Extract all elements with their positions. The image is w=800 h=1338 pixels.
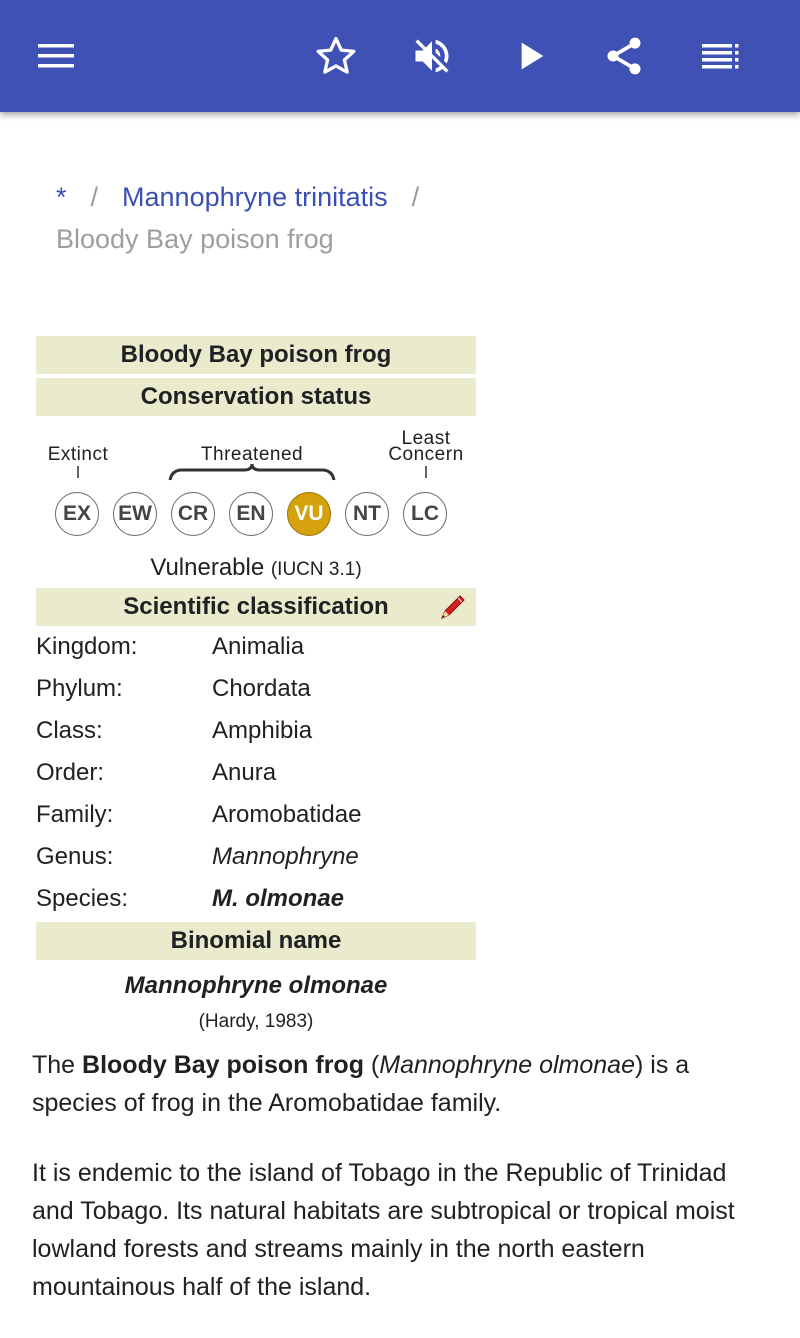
breadcrumb-parent-link[interactable]: Mannophryne trinitatis (122, 182, 388, 212)
status-en: EN (229, 492, 273, 536)
share-button[interactable] (596, 28, 652, 84)
rank-label: Phylum: (36, 675, 123, 702)
contents-button[interactable] (692, 28, 748, 84)
article-paragraph: The Bloody Bay poison frog (Mannophryne … (32, 1046, 772, 1122)
rank-label: Order: (36, 759, 105, 786)
volume-off-icon (415, 39, 449, 73)
rank-label: Kingdom: (36, 633, 138, 660)
conservation-status-heading: Conservation status (36, 378, 476, 416)
breadcrumb-home-link[interactable]: * (56, 182, 67, 212)
classification-row-class: Class: Amphibia (36, 710, 476, 752)
taxon-value[interactable]: Anura (212, 752, 476, 794)
status-ew: EW (113, 492, 157, 536)
article-subject: Bloody Bay poison frog (82, 1051, 364, 1079)
classification-heading-text: Scientific classification (123, 593, 389, 620)
playlist-icon (702, 44, 739, 69)
play-button[interactable] (502, 28, 558, 84)
article-paragraph: It is endemic to the island of Tobago in… (32, 1159, 735, 1301)
classification-row-species: Species: M. olmonae (36, 878, 476, 920)
rank-label: Genus: (36, 843, 114, 870)
status-source: (IUCN 3.1) (270, 559, 362, 580)
app-bar (0, 0, 800, 112)
status-ex: EX (55, 492, 99, 536)
taxon-value[interactable]: Aromobatidae (212, 794, 476, 836)
status-value: Vulnerable (150, 554, 265, 581)
taxon-value[interactable]: Chordata (212, 668, 476, 710)
share-icon (607, 37, 641, 75)
breadcrumb: * / Mannophryne trinitatis / Bloody Bay poi… (56, 176, 756, 260)
classification-row-genus: Genus: Mannophryne (36, 836, 476, 878)
status-nt: NT (345, 492, 389, 536)
taxon-value[interactable]: Mannophryne (212, 836, 476, 878)
infobox-title: Bloody Bay poison frog (36, 336, 476, 374)
infobox: Bloody Bay poison frog Conservation stat… (36, 336, 476, 1036)
mute-button[interactable] (404, 28, 460, 84)
classification-row-family: Family: Aromobatidae (36, 794, 476, 836)
status-cr: CR (171, 492, 215, 536)
breadcrumb-separator: / (411, 182, 420, 212)
article-body: The Bloody Bay poison frog (Mannophryne … (32, 1046, 772, 1338)
rank-label: Species: (36, 885, 129, 912)
rank-label: Family: (36, 801, 114, 828)
classification-row-order: Order: Anura (36, 752, 476, 794)
status-lc: LC (403, 492, 447, 536)
breadcrumb-separator: / (90, 182, 99, 212)
classification-row-kingdom: Kingdom: Animalia (36, 626, 476, 668)
taxon-value[interactable]: Amphibia (212, 710, 476, 752)
binomial-authority: (Hardy, 1983) (198, 1011, 314, 1032)
star-outline-icon (316, 36, 356, 74)
breadcrumb-current: Bloody Bay poison frog (56, 224, 334, 254)
binomial-name: Mannophryne olmonae (124, 972, 388, 999)
binomial-name-heading: Binomial name (36, 922, 476, 960)
play-icon (521, 42, 544, 70)
taxon-value: M. olmonae (212, 885, 345, 912)
text-run: The (32, 1051, 83, 1079)
status-vu-active: VU (287, 492, 331, 536)
text-run: ( (363, 1051, 380, 1079)
article-binomial: Mannophryne olmonae (379, 1051, 635, 1079)
menu-button[interactable] (28, 28, 84, 84)
menu-icon (38, 44, 74, 68)
rank-label: Class: (36, 717, 103, 744)
scientific-classification-heading: Scientific classification (36, 588, 476, 626)
favorite-button[interactable] (308, 28, 364, 84)
edit-pencil-icon[interactable] (436, 592, 468, 636)
classification-row-phylum: Phylum: Chordata (36, 668, 476, 710)
